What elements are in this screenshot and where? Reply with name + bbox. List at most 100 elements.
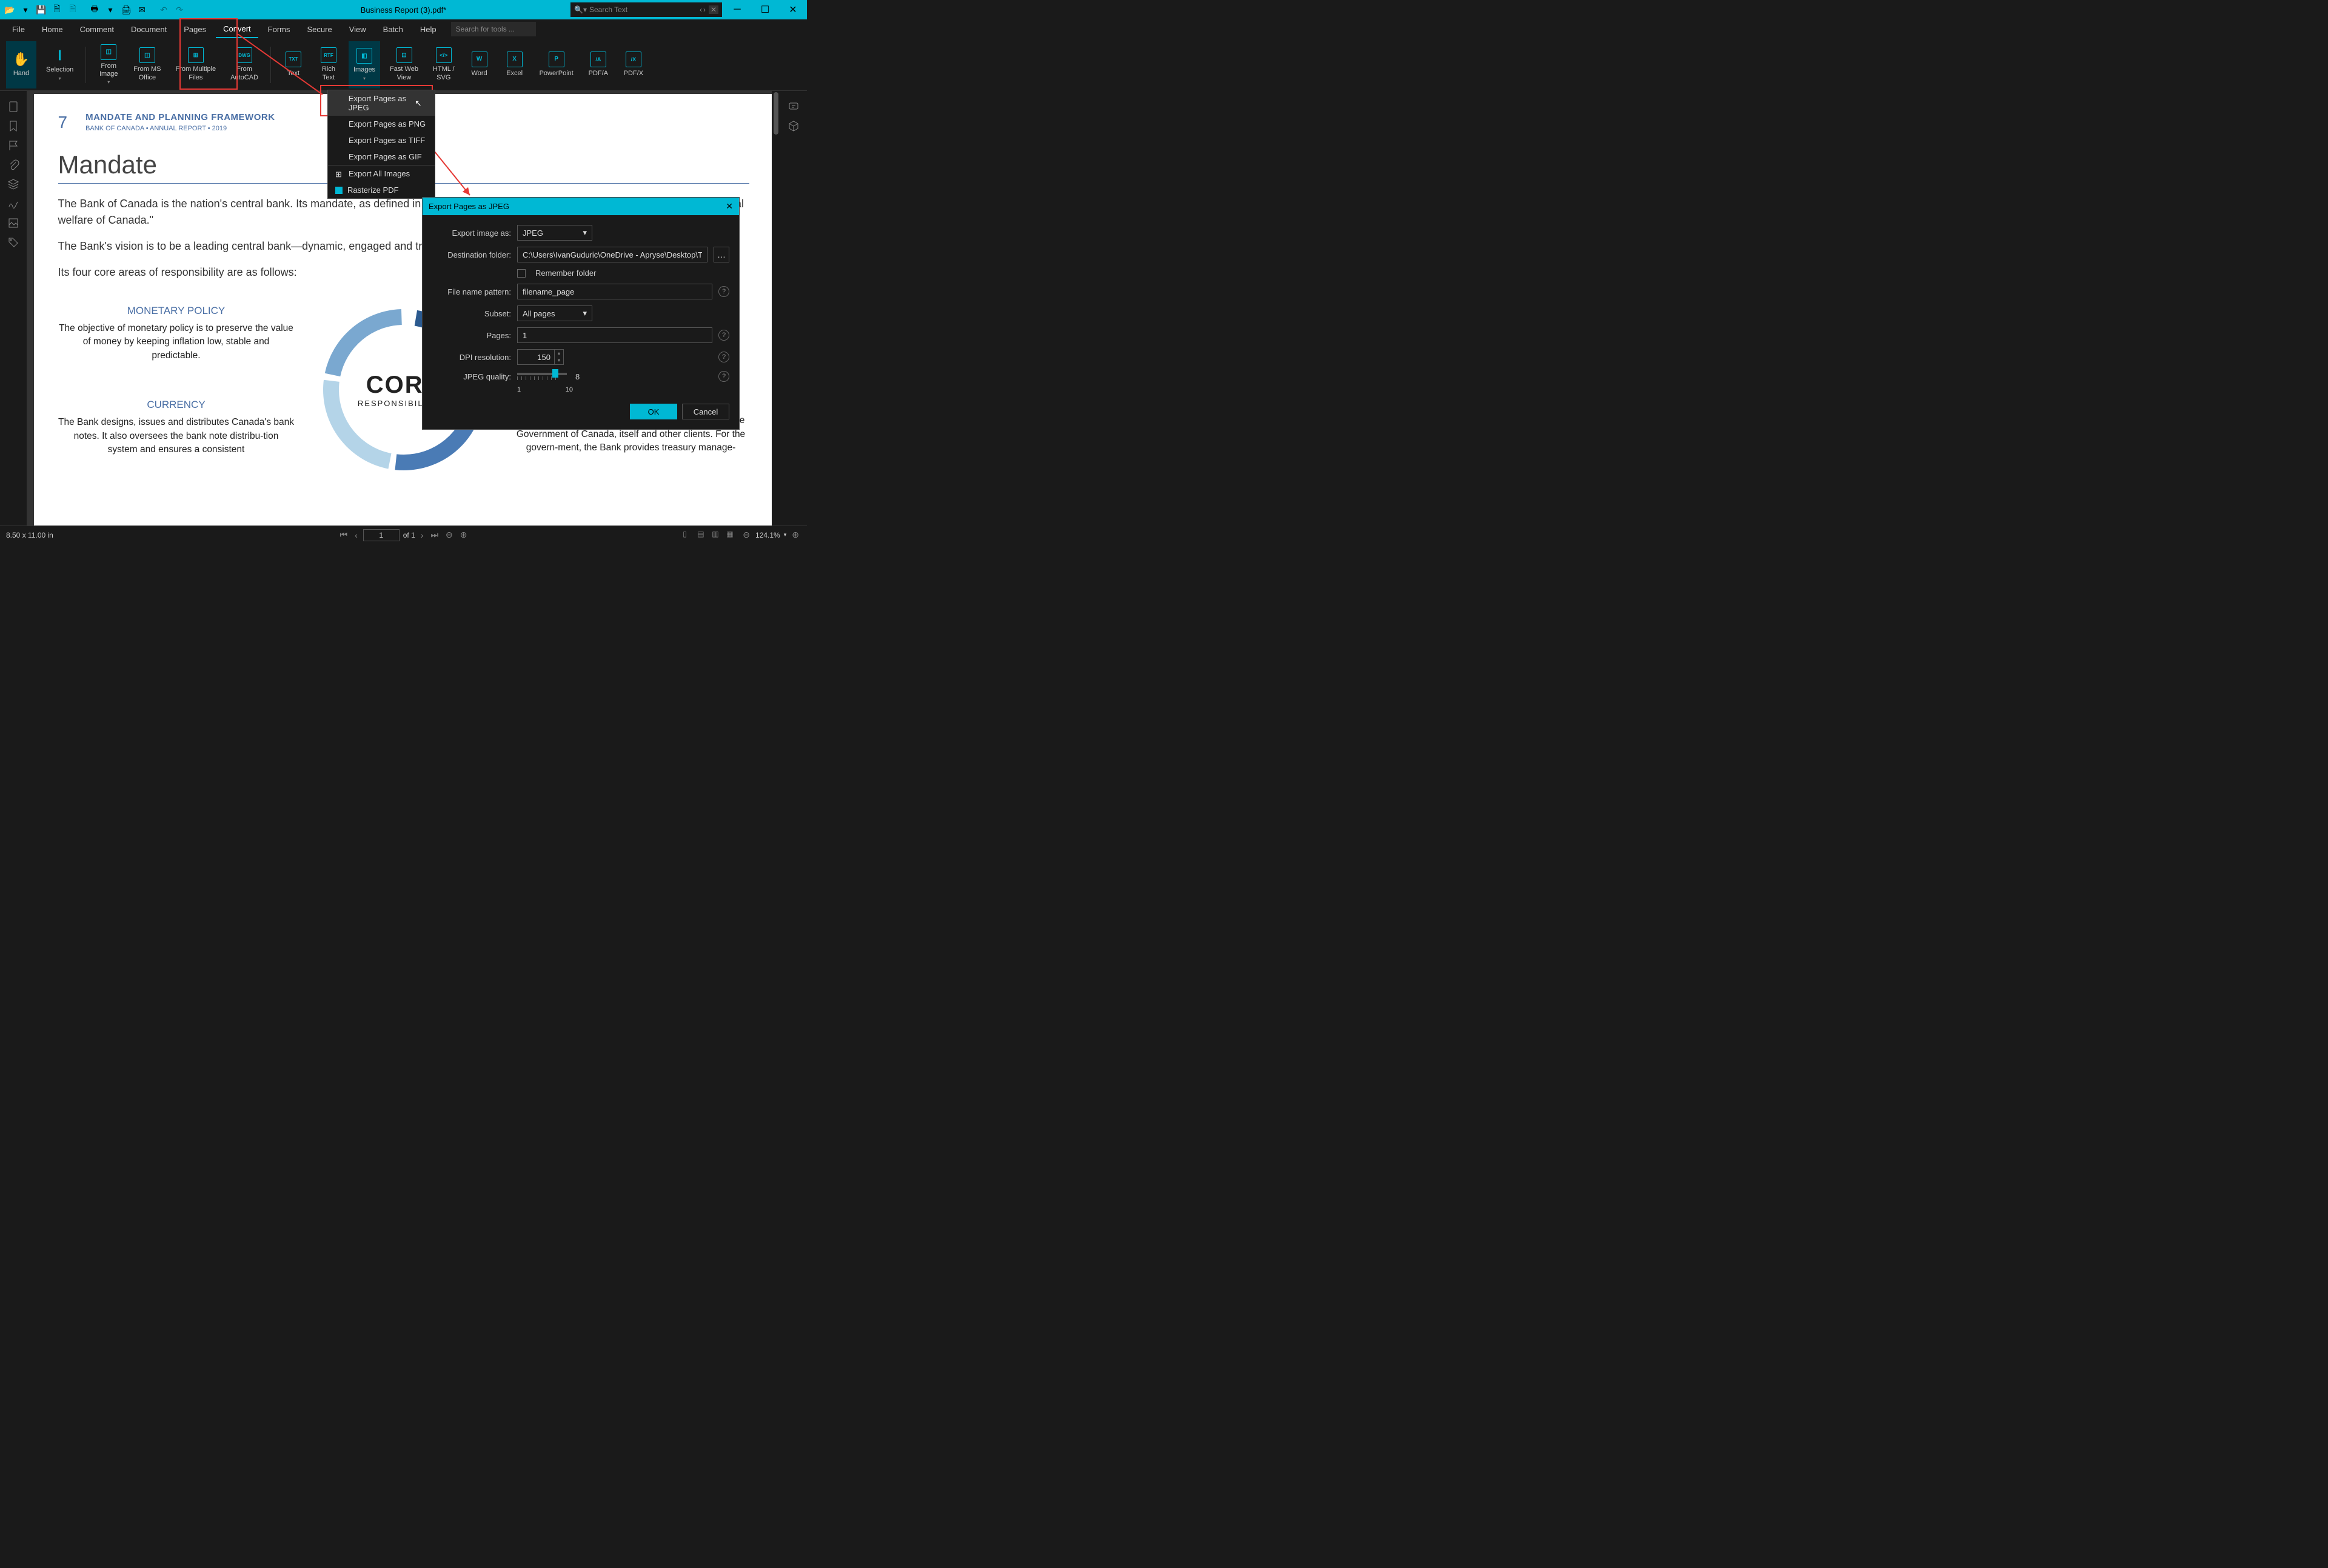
current-page-input[interactable] bbox=[363, 529, 400, 541]
view-single-icon[interactable]: ▯ bbox=[683, 530, 694, 541]
ribbon-hand[interactable]: ✋Hand bbox=[6, 41, 36, 88]
dialog-titlebar[interactable]: Export Pages as JPEG ✕ bbox=[423, 198, 739, 215]
stepper-down-icon[interactable]: ▾ bbox=[555, 357, 563, 364]
stepper-up-icon[interactable]: ▴ bbox=[555, 350, 563, 357]
layers-icon[interactable] bbox=[7, 178, 19, 190]
bookmarks-icon[interactable] bbox=[7, 120, 19, 132]
zoom-in-icon[interactable]: ⊕ bbox=[458, 530, 469, 540]
ribbon-from-multiple[interactable]: ⊞From MultipleFiles bbox=[171, 41, 221, 88]
dd-export-gif[interactable]: Export Pages as GIF bbox=[328, 148, 435, 165]
menu-comment[interactable]: Comment bbox=[73, 21, 121, 38]
browse-button[interactable]: … bbox=[714, 247, 729, 262]
help-icon[interactable]: ? bbox=[718, 330, 729, 341]
ribbon-text[interactable]: TXTText bbox=[278, 41, 309, 88]
menu-batch[interactable]: Batch bbox=[376, 21, 410, 38]
dest-folder-input[interactable] bbox=[517, 247, 707, 262]
save-as-icon[interactable]: 🗎 bbox=[50, 2, 64, 17]
ribbon-pdfa[interactable]: /APDF/A bbox=[583, 41, 614, 88]
zoom-out-icon[interactable]: ⊖ bbox=[741, 530, 752, 540]
comments-icon[interactable] bbox=[788, 101, 800, 113]
print-dropdown-icon[interactable]: ▾ bbox=[103, 2, 118, 17]
menu-document[interactable]: Document bbox=[124, 21, 174, 38]
print-icon[interactable]: 🖶 bbox=[87, 2, 102, 17]
zoom-out-icon[interactable]: ⊖ bbox=[444, 530, 455, 540]
ribbon-powerpoint[interactable]: PPowerPoint bbox=[535, 41, 578, 88]
ribbon-from-image[interactable]: ◫FromImage▾ bbox=[93, 41, 124, 88]
dd-export-png[interactable]: Export Pages as PNG bbox=[328, 116, 435, 132]
image-panel-icon[interactable] bbox=[7, 217, 19, 229]
menu-forms[interactable]: Forms bbox=[261, 21, 298, 38]
open-icon[interactable]: 📂 bbox=[2, 2, 17, 17]
menu-convert[interactable]: Convert bbox=[216, 21, 258, 38]
menu-view[interactable]: View bbox=[342, 21, 373, 38]
ribbon-pdfx[interactable]: /XPDF/X bbox=[618, 41, 649, 88]
next-page-icon[interactable]: › bbox=[419, 530, 426, 540]
open-dropdown-icon[interactable]: ▾ bbox=[18, 2, 33, 17]
tags-icon[interactable] bbox=[7, 236, 19, 249]
view-book-icon[interactable]: ▦ bbox=[726, 530, 737, 541]
remember-folder-checkbox[interactable] bbox=[517, 269, 526, 278]
pages-input[interactable] bbox=[517, 327, 712, 343]
tools-search[interactable]: Search for tools ... bbox=[451, 22, 536, 36]
search-close-icon[interactable]: ✕ bbox=[709, 5, 718, 14]
ribbon-rich-text[interactable]: RTFRichText bbox=[313, 41, 344, 88]
scrollbar-thumb[interactable] bbox=[774, 92, 778, 135]
flag-icon[interactable] bbox=[7, 139, 19, 152]
help-icon[interactable]: ? bbox=[718, 352, 729, 362]
dpi-stepper[interactable]: ▴▾ bbox=[517, 349, 564, 365]
email-icon[interactable]: ✉ bbox=[135, 2, 149, 17]
prev-page-icon[interactable]: ‹ bbox=[353, 530, 360, 540]
dd-export-all-images[interactable]: ⊞Export All Images bbox=[328, 165, 435, 182]
vertical-scrollbar[interactable] bbox=[772, 91, 780, 525]
page-thumbnails-icon[interactable] bbox=[7, 101, 19, 113]
signature-icon[interactable] bbox=[7, 198, 19, 210]
menu-secure[interactable]: Secure bbox=[300, 21, 340, 38]
menu-help[interactable]: Help bbox=[413, 21, 444, 38]
dialog-close-button[interactable]: ✕ bbox=[726, 201, 733, 212]
help-icon[interactable]: ? bbox=[718, 371, 729, 382]
3d-icon[interactable] bbox=[788, 120, 800, 132]
first-page-icon[interactable]: ⏮ bbox=[338, 530, 349, 540]
chevron-down-icon[interactable]: ▾ bbox=[784, 532, 787, 538]
search-box[interactable]: 🔍▾ Search Text ‹ › ✕ bbox=[570, 2, 722, 17]
cancel-button[interactable]: Cancel bbox=[682, 404, 729, 419]
page-total: of 1 bbox=[403, 531, 415, 539]
menu-home[interactable]: Home bbox=[35, 21, 70, 38]
ribbon-html-svg[interactable]: </>HTML /SVG bbox=[428, 41, 460, 88]
attachments-icon[interactable] bbox=[7, 159, 19, 171]
export-as-select[interactable]: JPEG▾ bbox=[517, 225, 592, 241]
zoom-in-icon[interactable]: ⊕ bbox=[790, 530, 801, 540]
ribbon-selection[interactable]: ⅠSelection▾ bbox=[41, 41, 78, 88]
ribbon: ✋Hand ⅠSelection▾ ◫FromImage▾ ◫From MSOf… bbox=[0, 39, 807, 91]
ok-button[interactable]: OK bbox=[630, 404, 677, 419]
dd-rasterize[interactable]: Rasterize PDF bbox=[328, 182, 435, 198]
search-next-icon[interactable]: › bbox=[703, 5, 706, 14]
subset-select[interactable]: All pages▾ bbox=[517, 305, 592, 321]
undo-icon[interactable]: ↶ bbox=[156, 2, 171, 17]
minimize-button[interactable]: ─ bbox=[723, 0, 751, 19]
pattern-input[interactable] bbox=[517, 284, 712, 299]
search-prev-icon[interactable]: ‹ bbox=[700, 5, 702, 14]
dpi-input[interactable] bbox=[517, 349, 555, 365]
menu-pages[interactable]: Pages bbox=[176, 21, 213, 38]
zoom-level[interactable]: 124.1% bbox=[755, 531, 780, 539]
ribbon-from-autocad[interactable]: DWGFromAutoCAD bbox=[226, 41, 263, 88]
ribbon-images[interactable]: ◧Images▾ bbox=[349, 41, 380, 88]
dd-export-tiff[interactable]: Export Pages as TIFF bbox=[328, 132, 435, 148]
quality-slider[interactable] bbox=[517, 373, 567, 375]
close-button[interactable]: ✕ bbox=[779, 0, 807, 19]
save-icon[interactable]: 💾 bbox=[34, 2, 48, 17]
last-page-icon[interactable]: ⏭ bbox=[429, 530, 440, 540]
ribbon-word[interactable]: WWord bbox=[464, 41, 495, 88]
redo-icon[interactable]: ↷ bbox=[172, 2, 187, 17]
ribbon-excel[interactable]: XExcel bbox=[500, 41, 530, 88]
help-icon[interactable]: ? bbox=[718, 286, 729, 297]
slider-thumb[interactable] bbox=[552, 369, 558, 378]
maximize-button[interactable]: ☐ bbox=[751, 0, 779, 19]
menu-file[interactable]: File bbox=[5, 21, 32, 38]
view-continuous-icon[interactable]: ▤ bbox=[697, 530, 708, 541]
ribbon-from-ms-office[interactable]: ◫From MSOffice bbox=[129, 41, 166, 88]
quick-print-icon[interactable]: 🖨 bbox=[119, 2, 133, 17]
ribbon-fastweb[interactable]: ⊡Fast WebView bbox=[385, 41, 423, 88]
view-facing-icon[interactable]: ▥ bbox=[712, 530, 723, 541]
